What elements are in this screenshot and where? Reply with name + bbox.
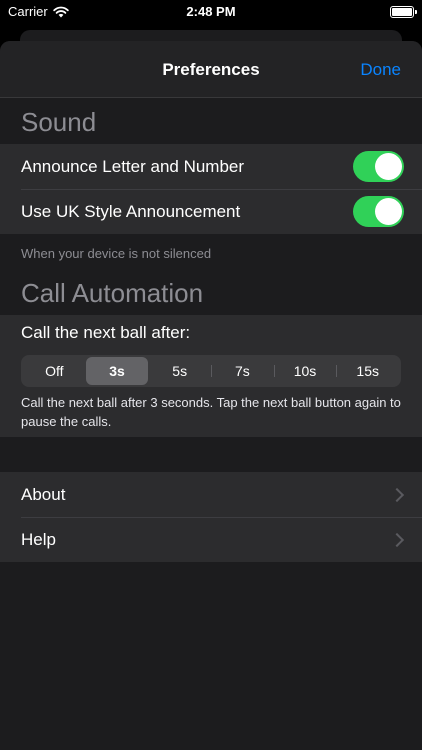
sound-footer: When your device is not silenced xyxy=(21,246,212,261)
segment-off[interactable]: Off xyxy=(23,357,86,385)
uk-style-row: Use UK Style Announcement xyxy=(0,189,422,234)
battery-fill xyxy=(392,8,412,16)
announce-letter-toggle[interactable] xyxy=(353,151,404,182)
help-row[interactable]: Help xyxy=(0,517,422,562)
call-next-ball-label: Call the next ball after: xyxy=(21,323,191,342)
preferences-sheet: Preferences Done Sound Announce Letter a… xyxy=(0,41,422,750)
toggle-knob xyxy=(375,153,402,180)
segment-7s[interactable]: 7s xyxy=(211,357,274,385)
section-header-sound: Sound xyxy=(21,107,97,137)
help-label: Help xyxy=(21,529,56,549)
segment-10s[interactable]: 10s xyxy=(273,357,337,385)
announce-letter-row: Announce Letter and Number xyxy=(0,144,422,189)
call-automation-group: Call the next ball after: Off 3s 5s 7s 1… xyxy=(0,315,422,437)
segment-15s[interactable]: 15s xyxy=(336,357,399,385)
page-title: Preferences xyxy=(162,60,260,79)
announce-letter-label: Announce Letter and Number xyxy=(21,156,245,176)
navigation-bar: Preferences Done xyxy=(0,41,422,98)
status-time: 2:48 PM xyxy=(186,4,236,19)
segment-5s[interactable]: 5s xyxy=(148,357,211,385)
chevron-right-icon xyxy=(389,532,405,547)
uk-style-label: Use UK Style Announcement xyxy=(21,201,241,221)
call-automation-description: Call the next ball after 3 seconds. Tap … xyxy=(21,395,401,429)
interval-segmented-control: Off 3s 5s 7s 10s 15s xyxy=(21,355,401,387)
chevron-right-icon xyxy=(389,487,405,502)
status-bar: Carrier 2:48 PM xyxy=(0,0,422,24)
battery-icon xyxy=(390,6,417,18)
links-group: About Help xyxy=(0,472,422,562)
segment-3s[interactable]: 3s xyxy=(85,357,149,385)
sound-group: Announce Letter and Number Use UK Style … xyxy=(0,144,422,234)
section-header-call-automation: Call Automation xyxy=(21,278,204,308)
uk-style-toggle[interactable] xyxy=(353,196,404,227)
toggle-knob xyxy=(375,198,402,225)
about-row[interactable]: About xyxy=(0,472,422,517)
about-label: About xyxy=(21,484,66,504)
done-button[interactable]: Done xyxy=(360,60,401,80)
